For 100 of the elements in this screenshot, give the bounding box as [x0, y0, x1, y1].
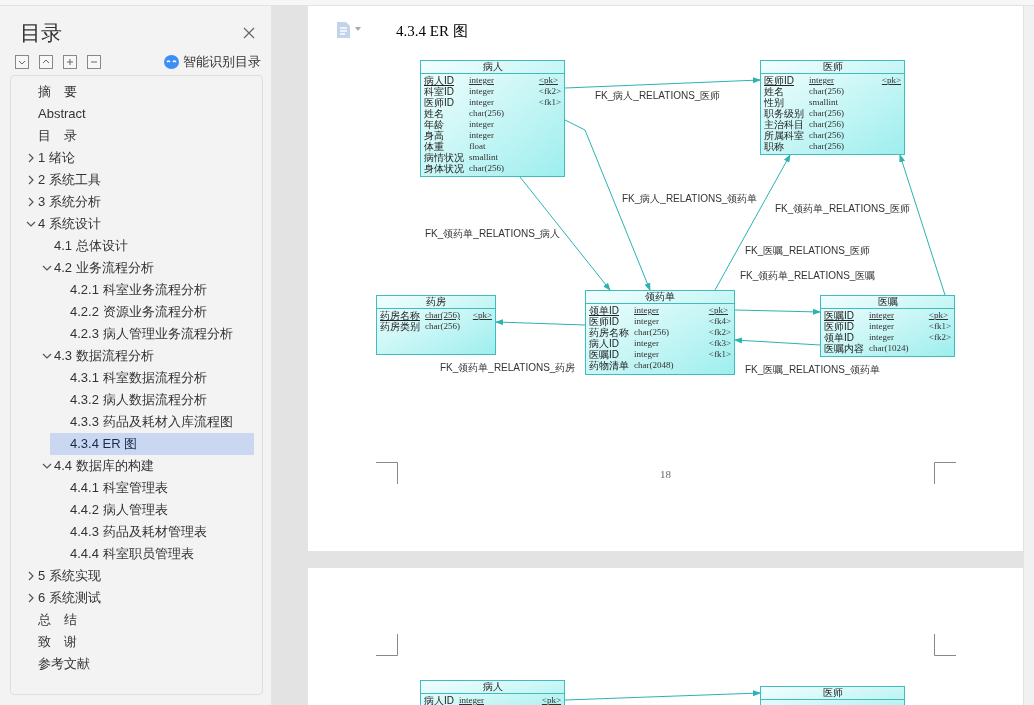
crop-mark [934, 634, 956, 656]
relation-label: FK_领药单_RELATIONS_医嘱 [740, 270, 876, 281]
close-icon[interactable] [243, 27, 255, 39]
column-name: 医嘱ID [589, 349, 620, 360]
chevron-icon[interactable] [26, 571, 36, 581]
column-name: 医嘱ID [824, 310, 855, 321]
toc-item[interactable]: 4.2.1 科室业务流程分析 [50, 279, 254, 301]
column-type: char(1024) [869, 343, 910, 354]
chevron-icon[interactable] [26, 197, 36, 207]
chevron-icon[interactable] [26, 175, 36, 185]
column-key: <fk1> [928, 321, 951, 332]
toc-item[interactable]: 4.4 数据库的构建 [34, 455, 254, 477]
crop-mark [376, 462, 398, 484]
chevron-icon[interactable] [42, 461, 52, 471]
chevron-icon[interactable] [42, 263, 52, 273]
column-key: <pk> [541, 695, 561, 705]
toc-item[interactable]: 4.3.4 ER 图 [50, 433, 254, 455]
toc-item[interactable]: 4.1 总体设计 [34, 235, 254, 257]
toc-item[interactable]: 摘 要 [18, 81, 254, 103]
toc-item[interactable]: 6 系统测试 [18, 587, 254, 609]
toc-item[interactable]: 4.3 数据流程分析 [34, 345, 254, 367]
column-type: integer [869, 310, 895, 321]
toc-item[interactable]: 5 系统实现 [18, 565, 254, 587]
relation-label: FK_领药单_RELATIONS_病人 [425, 228, 561, 239]
column-type: integer [469, 75, 495, 86]
column-name: 病人ID [589, 338, 619, 349]
column-name: 性别 [764, 97, 784, 108]
toc-item[interactable]: 4.2.3 病人管理业务流程分析 [50, 323, 254, 345]
column-key: <pk> [472, 310, 492, 321]
column-name: 主治科目 [764, 119, 804, 130]
column-type: char(256) [809, 130, 845, 141]
column-name: 所属科室 [764, 130, 804, 141]
column-type: char(256) [809, 108, 845, 119]
column-name: 领单ID [824, 332, 855, 343]
toc-item[interactable]: 总 结 [18, 609, 254, 631]
expand-all-icon[interactable] [15, 55, 29, 69]
column-name: 医师ID [424, 97, 455, 108]
column-key: <fk2> [538, 86, 561, 97]
entity-title: 药房 [426, 296, 446, 308]
column-type: integer [869, 332, 895, 343]
column-type: char(256) [809, 141, 845, 152]
toc-item[interactable]: 4.2 业务流程分析 [34, 257, 254, 279]
column-name: 医师ID [589, 316, 620, 327]
column-type: integer [469, 97, 495, 108]
chevron-icon[interactable] [26, 153, 36, 163]
collapse-all-icon[interactable] [39, 55, 53, 69]
column-name: 病人ID [424, 695, 454, 705]
smart-toc-link[interactable]: 智能识别目录 [183, 52, 261, 72]
column-type: integer [469, 130, 495, 141]
column-type: integer [469, 86, 495, 97]
entity-title: 医嘱 [877, 296, 898, 308]
column-key: <fk2> [708, 327, 731, 338]
toc-item[interactable]: 参考文献 [18, 653, 254, 675]
toc-item[interactable]: 4.3.1 科室数据流程分析 [50, 367, 254, 389]
relation-label: FK_病人_RELATIONS_领药单 [622, 193, 758, 204]
toc-item[interactable]: 4.4.2 病人管理表 [50, 499, 254, 521]
relation-label: FK_领药单_RELATIONS_药房 [440, 362, 576, 373]
entity-title: 病人 [482, 61, 503, 73]
toc-item[interactable]: 目 录 [18, 125, 254, 147]
toc-item[interactable]: Abstract [18, 103, 254, 125]
column-name: 体重 [424, 141, 445, 152]
column-name: 病情状况 [424, 152, 464, 163]
scrollbar[interactable] [1023, 6, 1034, 705]
column-name: 职务级别 [764, 108, 804, 119]
chevron-icon[interactable] [26, 593, 36, 603]
column-key: <fk3> [708, 338, 731, 349]
column-key: <fk4> [708, 316, 731, 327]
toc-item[interactable]: 致 谢 [18, 631, 254, 653]
column-name: 科室ID [424, 86, 455, 97]
plus-icon[interactable] [63, 55, 77, 69]
entity-title: 病人 [482, 681, 503, 693]
toc-item[interactable]: 4.4.4 科室职员管理表 [50, 543, 254, 565]
chevron-icon[interactable] [42, 351, 52, 361]
toc-item[interactable]: 4 系统设计 [18, 213, 254, 235]
column-type: char(256) [809, 119, 845, 130]
toc-item[interactable]: 1 绪论 [18, 147, 254, 169]
column-name: 年龄 [424, 119, 445, 130]
toc-item[interactable]: 4.3.2 病人数据流程分析 [50, 389, 254, 411]
column-key: <fk2> [928, 332, 951, 343]
toc-item[interactable]: 4.4.3 药品及耗材管理表 [50, 521, 254, 543]
column-type: char(256) [425, 310, 461, 321]
column-name: 身体状况 [424, 163, 464, 174]
minus-icon[interactable] [87, 55, 101, 69]
column-name: 医师ID [764, 75, 795, 86]
toc-item[interactable]: 4.3.3 药品及耗材入库流程图 [50, 411, 254, 433]
column-key: <pk> [538, 75, 561, 86]
smart-toc-icon[interactable] [164, 55, 179, 69]
toc-item[interactable]: 4.4.1 科室管理表 [50, 477, 254, 499]
toc-item[interactable]: 4.2.2 资源业务流程分析 [50, 301, 254, 323]
entity-title: 医师 [822, 61, 843, 73]
column-type: char(256) [425, 321, 461, 332]
toc-item[interactable]: 2 系统工具 [18, 169, 254, 191]
column-type: integer [869, 321, 895, 332]
column-name: 医嘱内容 [824, 343, 864, 354]
toc-item[interactable]: 3 系统分析 [18, 191, 254, 213]
column-key: <fk1> [708, 349, 731, 360]
column-name: 药房类别 [380, 321, 420, 332]
relation-label: FK_病人_RELATIONS_医师 [595, 90, 721, 101]
chevron-icon[interactable] [26, 219, 36, 229]
column-type: integer [634, 305, 660, 316]
